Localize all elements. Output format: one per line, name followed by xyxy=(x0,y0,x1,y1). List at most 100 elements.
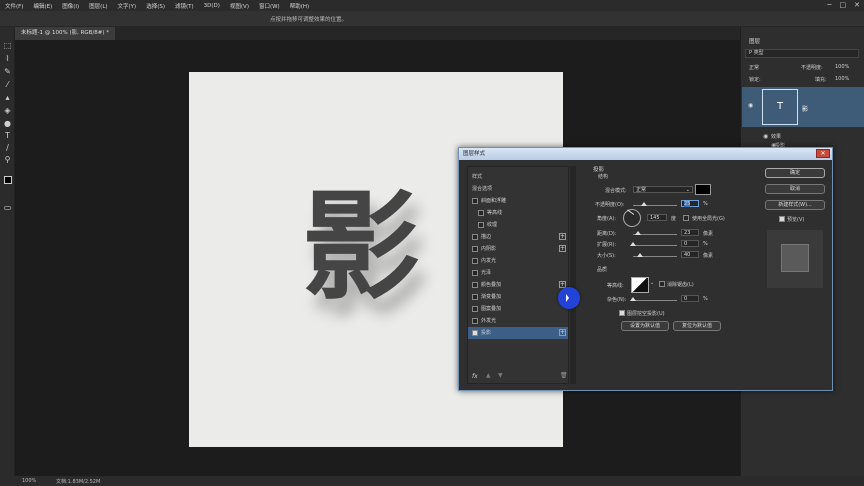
add-style-icon[interactable]: + xyxy=(559,233,566,240)
style-item[interactable]: 斜面和浮雕 xyxy=(468,195,568,207)
style-list-scrollbar[interactable] xyxy=(570,166,576,384)
noise-slider[interactable] xyxy=(633,300,677,301)
size-slider-thumb[interactable] xyxy=(637,253,644,257)
lasso-tool-icon[interactable]: ⌇ xyxy=(2,54,13,64)
style-item-checkbox[interactable] xyxy=(472,306,478,312)
close-icon[interactable]: ✕ xyxy=(854,1,860,9)
brush-tool-icon[interactable]: ⁄ xyxy=(2,80,13,90)
menu-layer[interactable]: 图层(L) xyxy=(84,2,112,10)
move-up-icon[interactable]: ▲ xyxy=(486,372,491,379)
style-item[interactable]: 内阴影 + xyxy=(468,243,568,255)
style-item-checkbox[interactable] xyxy=(472,282,478,288)
style-item[interactable]: 纹理 xyxy=(468,219,568,231)
style-item-checkbox[interactable] xyxy=(472,234,478,240)
style-item-checkbox[interactable] xyxy=(472,330,478,336)
fx-icon[interactable]: fx xyxy=(472,373,478,380)
layer-thumbnail[interactable]: T xyxy=(762,89,798,125)
style-item[interactable]: 描边 + xyxy=(468,231,568,243)
opacity-slider[interactable] xyxy=(633,205,677,206)
style-item[interactable]: 图案叠加 xyxy=(468,303,568,315)
menu-3d[interactable]: 3D(D) xyxy=(199,3,225,9)
style-item[interactable]: 内发光 xyxy=(468,255,568,267)
style-item-checkbox[interactable] xyxy=(472,294,478,300)
style-item-checkbox[interactable] xyxy=(472,198,478,204)
opacity-field[interactable]: 25 xyxy=(681,200,699,207)
shadow-color-swatch[interactable] xyxy=(695,184,711,195)
effects-eye-icon[interactable]: ◉ xyxy=(763,133,768,140)
add-style-icon[interactable]: + xyxy=(559,329,566,336)
stamp-tool-icon[interactable]: ▴ xyxy=(2,93,13,103)
layer-fill-value[interactable]: 100% xyxy=(835,76,849,82)
move-down-icon[interactable]: ▼ xyxy=(498,372,503,379)
angle-dial[interactable] xyxy=(623,209,641,227)
path-tool-icon[interactable]: ∕ xyxy=(2,143,13,153)
size-field[interactable]: 40 xyxy=(681,251,699,258)
style-item-checkbox[interactable] xyxy=(472,270,478,276)
noise-slider-thumb[interactable] xyxy=(630,297,636,301)
angle-field[interactable]: 145 xyxy=(647,214,667,221)
document-tab[interactable]: 未标题-1 @ 100% (影, RGB/8#) * xyxy=(15,27,116,40)
layer-blend-mode[interactable]: 正常 xyxy=(749,64,759,71)
layer-filter[interactable]: P 类型 xyxy=(745,49,859,58)
foreground-color-swatch[interactable] xyxy=(2,175,13,185)
spread-slider[interactable] xyxy=(633,245,677,246)
reset-default-button[interactable]: 复位为默认值 xyxy=(673,321,721,331)
cancel-button[interactable]: 取消 xyxy=(765,184,825,194)
screen-mode-icon[interactable]: ▭ xyxy=(2,203,13,213)
menu-type[interactable]: 文字(Y) xyxy=(113,2,142,10)
style-item[interactable]: 外发光 xyxy=(468,315,568,327)
maximize-icon[interactable]: □ xyxy=(840,1,847,9)
spread-field[interactable]: 0 xyxy=(681,240,699,247)
layers-panel-title[interactable]: 图层 xyxy=(749,37,760,45)
dialog-close-icon[interactable]: ✕ xyxy=(816,149,830,158)
style-item-checkbox[interactable] xyxy=(478,222,484,228)
spread-slider-thumb[interactable] xyxy=(630,242,636,246)
layer-name[interactable]: 影 xyxy=(802,104,808,113)
menu-filter[interactable]: 滤镜(T) xyxy=(170,2,199,10)
menu-file[interactable]: 文件(F) xyxy=(0,2,28,10)
dialog-title[interactable]: 图层样式 xyxy=(459,148,832,160)
style-item-checkbox[interactable] xyxy=(472,246,478,252)
style-item[interactable]: 渐变叠加+ xyxy=(468,291,568,303)
set-default-button[interactable]: 设置为默认值 xyxy=(621,321,669,331)
zoom-tool-icon[interactable]: ⚲ xyxy=(2,155,13,165)
noise-field[interactable]: 0 xyxy=(681,295,699,302)
blend-mode-select[interactable]: 正常 ⌄ xyxy=(633,186,693,193)
type-tool-icon[interactable]: T xyxy=(2,131,13,141)
opacity-slider-thumb[interactable] xyxy=(641,202,647,206)
blend-options-item[interactable]: 混合选项 xyxy=(468,183,568,195)
trash-icon[interactable]: 🗑 xyxy=(560,372,568,379)
global-light-checkbox[interactable] xyxy=(683,215,689,221)
menu-edit[interactable]: 编辑(E) xyxy=(28,2,57,10)
preview-checkbox[interactable] xyxy=(779,216,785,222)
minimize-icon[interactable]: ─ xyxy=(827,1,831,9)
layer-opacity-value[interactable]: 100% xyxy=(835,64,849,70)
new-style-button[interactable]: 新建样式(W)... xyxy=(765,200,825,210)
style-item-checkbox[interactable] xyxy=(472,258,478,264)
eyedropper-tool-icon[interactable]: ✎ xyxy=(2,67,13,77)
contour-chevron-icon[interactable]: ⌄ xyxy=(650,280,654,286)
antialias-checkbox[interactable] xyxy=(659,281,665,287)
status-zoom[interactable]: 100% xyxy=(22,478,36,484)
menu-window[interactable]: 窗口(W) xyxy=(254,2,285,10)
style-item[interactable]: 等高线 xyxy=(468,207,568,219)
menu-view[interactable]: 视图(V) xyxy=(225,2,254,10)
distance-field[interactable]: 23 xyxy=(681,229,699,236)
menu-help[interactable]: 帮助(H) xyxy=(285,2,314,10)
knockout-checkbox[interactable] xyxy=(619,310,625,316)
style-item-checkbox[interactable] xyxy=(472,318,478,324)
menu-select[interactable]: 选择(S) xyxy=(141,2,170,10)
menu-image[interactable]: 图像(I) xyxy=(57,2,84,10)
ok-button[interactable]: 确定 xyxy=(765,168,825,178)
canvas-text-layer[interactable]: 影 xyxy=(302,188,420,306)
style-item[interactable]: 颜色叠加 + xyxy=(468,279,568,291)
add-style-icon[interactable]: + xyxy=(559,245,566,252)
style-item[interactable]: 光泽 xyxy=(468,267,568,279)
distance-slider-thumb[interactable] xyxy=(635,231,642,235)
bucket-tool-icon[interactable]: ◈ xyxy=(2,106,13,116)
marquee-tool-icon[interactable]: ⬚ xyxy=(2,41,13,51)
layer-visibility-eye-icon[interactable]: ◉ xyxy=(748,102,753,109)
contour-picker[interactable] xyxy=(631,277,649,293)
dodge-tool-icon[interactable]: ● xyxy=(2,119,13,129)
style-item[interactable]: 投影 + xyxy=(468,327,568,339)
